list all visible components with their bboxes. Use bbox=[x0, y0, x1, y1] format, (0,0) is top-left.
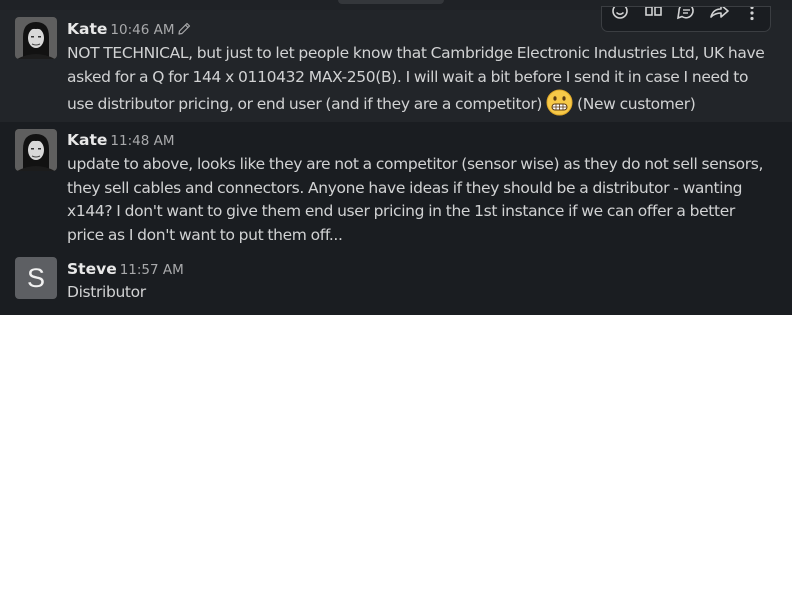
author-name[interactable]: Kate bbox=[67, 20, 107, 38]
message-timestamp[interactable]: 11:48 AM bbox=[110, 133, 174, 149]
message-text-suffix: (New customer) bbox=[577, 95, 696, 113]
message-timestamp[interactable]: 11:57 AM bbox=[120, 262, 184, 278]
message-hover-actions bbox=[601, 3, 771, 32]
message-header: Kate 11:48 AM bbox=[67, 129, 175, 151]
grimacing-face-emoji[interactable] bbox=[546, 89, 573, 124]
avatar-kate[interactable] bbox=[15, 129, 57, 171]
message-body: update to above, looks like they are not… bbox=[67, 155, 764, 244]
avatar-kate[interactable] bbox=[15, 17, 57, 59]
quick-actions-icon[interactable] bbox=[643, 6, 665, 23]
message-kate-2[interactable]: Kate 11:48 AM update to above, looks like… bbox=[0, 122, 792, 250]
message-header: Steve 11:57 AM bbox=[67, 258, 184, 280]
reply-in-thread-icon[interactable] bbox=[676, 3, 698, 23]
forward-message-icon[interactable] bbox=[708, 4, 730, 23]
message-body: Distributor bbox=[67, 283, 146, 301]
author-name[interactable]: Steve bbox=[67, 260, 117, 278]
new-messages-pill-edge[interactable] bbox=[338, 0, 444, 4]
avatar-steve[interactable]: S bbox=[15, 257, 57, 299]
message-header: Kate 10:46 AM bbox=[67, 18, 191, 40]
message-timestamp[interactable]: 10:46 AM bbox=[110, 22, 174, 38]
message-steve[interactable]: S Steve 11:57 AM Distributor bbox=[0, 250, 792, 315]
pencil-icon bbox=[177, 20, 191, 42]
add-reaction-icon[interactable] bbox=[610, 3, 632, 23]
author-name[interactable]: Kate bbox=[67, 131, 107, 149]
more-actions-icon[interactable] bbox=[741, 5, 763, 23]
message-kate-1[interactable]: Kate 10:46 AM NOT TECHNICAL, but just to … bbox=[0, 3, 792, 124]
message-pane: Kate 10:46 AM NOT TECHNICAL, but just to … bbox=[0, 0, 792, 315]
message-body: NOT TECHNICAL, but just to let people kn… bbox=[67, 42, 771, 124]
